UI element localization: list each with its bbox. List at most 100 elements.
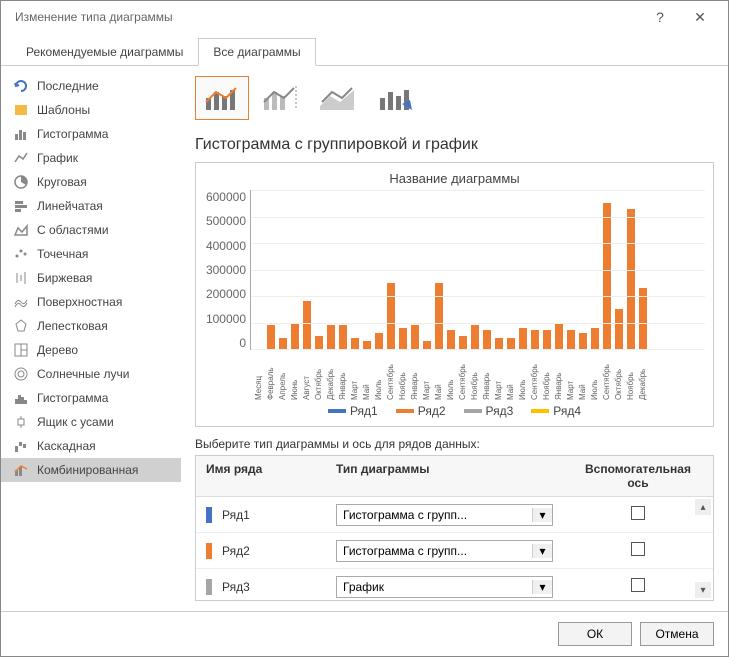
sidebar-item-bar[interactable]: Линейчатая (1, 194, 181, 218)
bar (507, 338, 515, 349)
sidebar-item-line[interactable]: График (1, 146, 181, 170)
close-button[interactable]: ✕ (680, 9, 720, 26)
sidebar-item-pie[interactable]: Круговая (1, 170, 181, 194)
subtype-custom[interactable] (369, 76, 423, 120)
chart-area: 6000005000004000003000002000001000000 (204, 190, 705, 350)
line-chart-icon (13, 150, 29, 166)
x-tick: Октябрь (314, 350, 322, 400)
x-tick: Сентябрь (458, 350, 466, 400)
stock-chart-icon (13, 270, 29, 286)
help-button[interactable]: ? (640, 9, 680, 25)
series-type-combo[interactable]: Гистограмма с групп...▾ (336, 540, 553, 562)
x-tick: Месяц (254, 350, 262, 400)
x-tick: Май (578, 350, 586, 400)
x-tick: Ноябрь (398, 350, 406, 400)
sidebar-item-label: Последние (37, 79, 99, 93)
secondary-axis-checkbox[interactable] (631, 542, 645, 556)
series-type-value: Гистограмма с групп... (337, 544, 532, 558)
scroll-down-button[interactable]: ▾ (695, 582, 711, 598)
legend-swatch (464, 409, 482, 413)
sidebar-item-area[interactable]: С областями (1, 218, 181, 242)
legend-swatch (531, 409, 549, 413)
sidebar-item-label: Комбинированная (37, 463, 138, 477)
chart-title: Название диаграммы (204, 171, 705, 186)
sidebar-item-radar[interactable]: Лепестковая (1, 314, 181, 338)
sidebar-item-label: С областями (37, 223, 109, 237)
bar (567, 330, 575, 349)
chevron-down-icon: ▾ (532, 580, 552, 594)
series-swatch (206, 507, 212, 523)
x-tick: Сентябрь (602, 350, 610, 400)
series-name: Ряд3 (222, 580, 326, 594)
secondary-axis-checkbox[interactable] (631, 578, 645, 592)
x-tick: Ноябрь (542, 350, 550, 400)
tab-recommended[interactable]: Рекомендуемые диаграммы (11, 38, 198, 66)
sidebar-item-column[interactable]: Гистограмма (1, 122, 181, 146)
sidebar-item-sunburst[interactable]: Солнечные лучи (1, 362, 181, 386)
bar (483, 330, 491, 349)
bar-chart-icon (13, 198, 29, 214)
series-header: Имя ряда Тип диаграммы Вспомогательная о… (196, 456, 713, 497)
chevron-down-icon: ▾ (532, 508, 552, 522)
pie-chart-icon (13, 174, 29, 190)
sidebar-item-templates[interactable]: Шаблоны (1, 98, 181, 122)
ok-button[interactable]: ОК (558, 622, 632, 646)
bar (579, 333, 587, 349)
sidebar-item-surface[interactable]: Поверхностная (1, 290, 181, 314)
bar (495, 338, 503, 349)
x-tick: Ноябрь (470, 350, 478, 400)
legend-item: Ряд4 (531, 404, 581, 418)
dialog-footer: ОК Отмена (1, 611, 728, 656)
legend-label: Ряд1 (350, 404, 378, 418)
bar (519, 328, 527, 349)
sidebar-item-combo[interactable]: Комбинированная (1, 458, 181, 482)
bar (423, 341, 431, 349)
sidebar-item-waterfall[interactable]: Каскадная (1, 434, 181, 458)
sidebar-item-stock[interactable]: Биржевая (1, 266, 181, 290)
sidebar-item-boxwhisker[interactable]: Ящик с усами (1, 410, 181, 434)
x-tick: Декабрь (638, 350, 646, 400)
sidebar-item-label: Поверхностная (37, 295, 122, 309)
plot-area (250, 190, 705, 350)
x-tick: Декабрь (326, 350, 334, 400)
sidebar-item-recent[interactable]: Последние (1, 74, 181, 98)
chart-legend: Ряд1 Ряд2 Ряд3 Ряд4 (204, 404, 705, 418)
x-tick: Апрель (278, 350, 286, 400)
sidebar-item-treemap[interactable]: Дерево (1, 338, 181, 362)
sidebar-item-scatter[interactable]: Точечная (1, 242, 181, 266)
secondary-axis-checkbox[interactable] (631, 506, 645, 520)
dialog-body: Последние Шаблоны Гистограмма График Кру… (1, 66, 728, 611)
series-type-combo[interactable]: Гистограмма с групп...▾ (336, 504, 553, 526)
bar (591, 328, 599, 349)
x-tick: Июль (374, 350, 382, 400)
subtype-stacked-line[interactable] (311, 76, 365, 120)
x-tick: Сентябрь (530, 350, 538, 400)
chevron-down-icon: ▾ (532, 544, 552, 558)
x-tick: Февраль (266, 350, 274, 400)
bar (627, 209, 635, 349)
tab-all[interactable]: Все диаграммы (198, 38, 315, 66)
series-row: Ряд1 Гистограмма с групп...▾ (196, 497, 713, 533)
scroll-up-button[interactable]: ▴ (695, 499, 711, 515)
titlebar: Изменение типа диаграммы ? ✕ (1, 1, 728, 33)
bar (339, 325, 347, 349)
legend-item: Ряд2 (396, 404, 446, 418)
sidebar-item-histogram[interactable]: Гистограмма (1, 386, 181, 410)
sidebar-item-label: Лепестковая (37, 319, 108, 333)
legend-label: Ряд4 (553, 404, 581, 418)
subtype-selector (195, 76, 714, 120)
subtype-clustered-line-secondary[interactable] (253, 76, 307, 120)
dialog-window: Изменение типа диаграммы ? ✕ Рекомендуем… (0, 0, 729, 657)
cancel-button[interactable]: Отмена (640, 622, 714, 646)
sidebar-item-label: Шаблоны (37, 103, 90, 117)
x-tick: Январь (410, 350, 418, 400)
subtype-clustered-line[interactable] (195, 76, 249, 120)
treemap-icon (13, 342, 29, 358)
series-name: Ряд2 (222, 544, 326, 558)
series-name: Ряд1 (222, 508, 326, 522)
series-type-combo[interactable]: График▾ (336, 576, 553, 598)
surface-chart-icon (13, 294, 29, 310)
bar (447, 330, 455, 349)
bar (375, 333, 383, 349)
area-chart-icon (13, 222, 29, 238)
